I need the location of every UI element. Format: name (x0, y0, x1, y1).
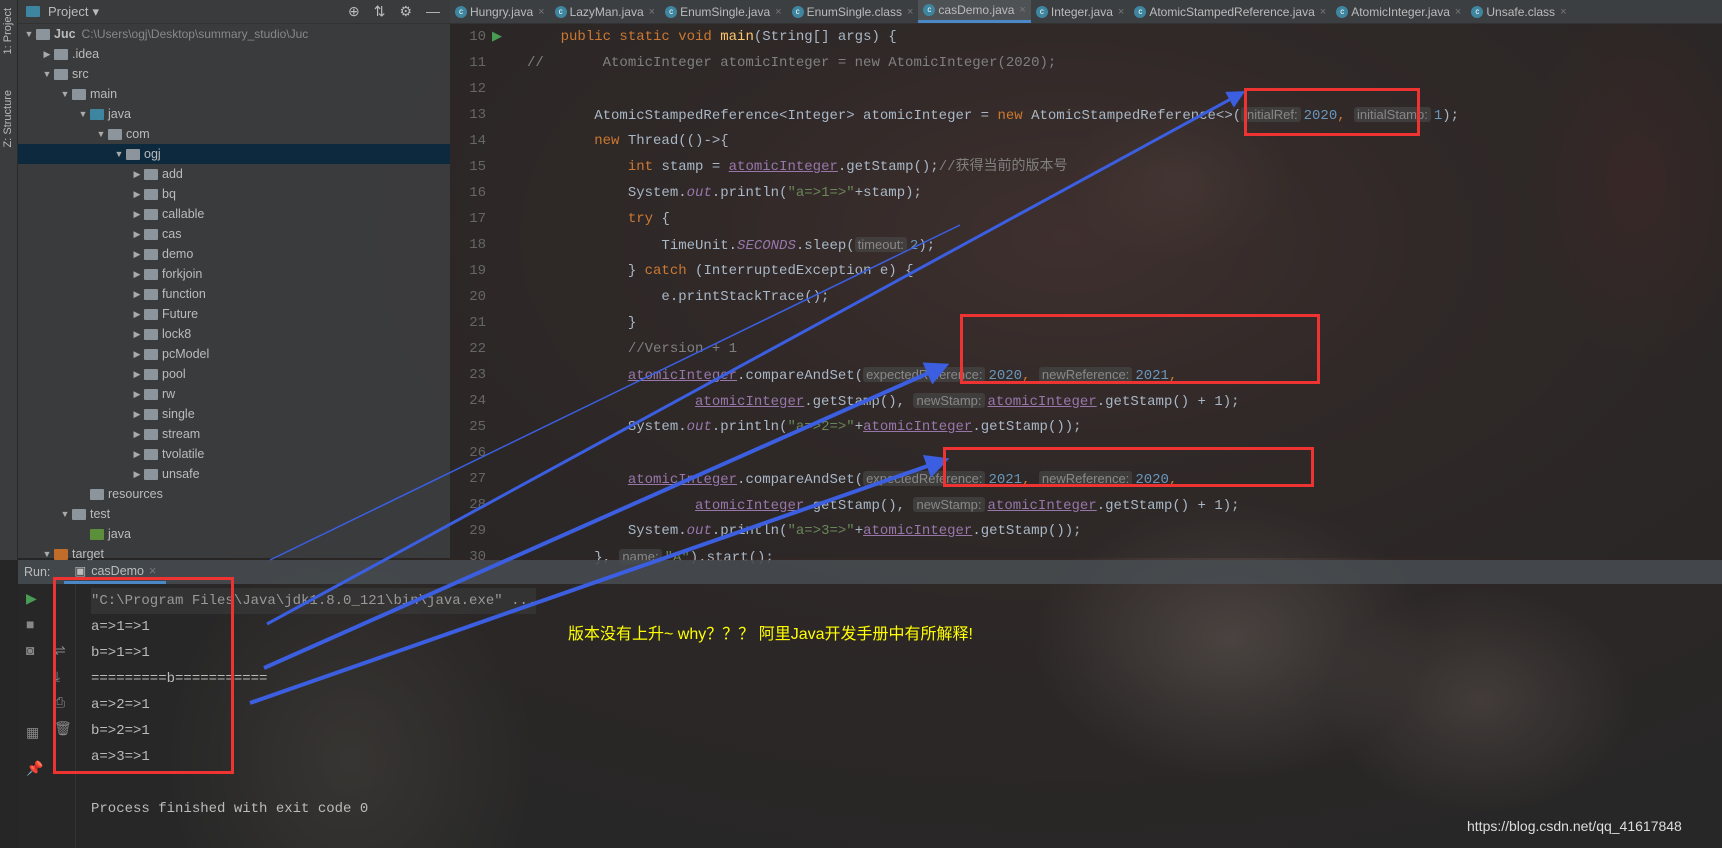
arrow-4 (269, 224, 961, 561)
highlight-initial-args (1244, 88, 1420, 136)
highlight-first-cas (960, 314, 1320, 384)
arrow-3 (249, 454, 950, 705)
highlight-console-output (53, 577, 234, 774)
highlight-second-cas (943, 447, 1314, 487)
annotation-arrows (249, 91, 1246, 705)
annotation-note: 版本没有上升~ why？？？ 阿里Java开发手册中有所解释! (568, 626, 973, 643)
watermark: https://blog.csdn.net/qq_41617848 (1467, 818, 1682, 834)
